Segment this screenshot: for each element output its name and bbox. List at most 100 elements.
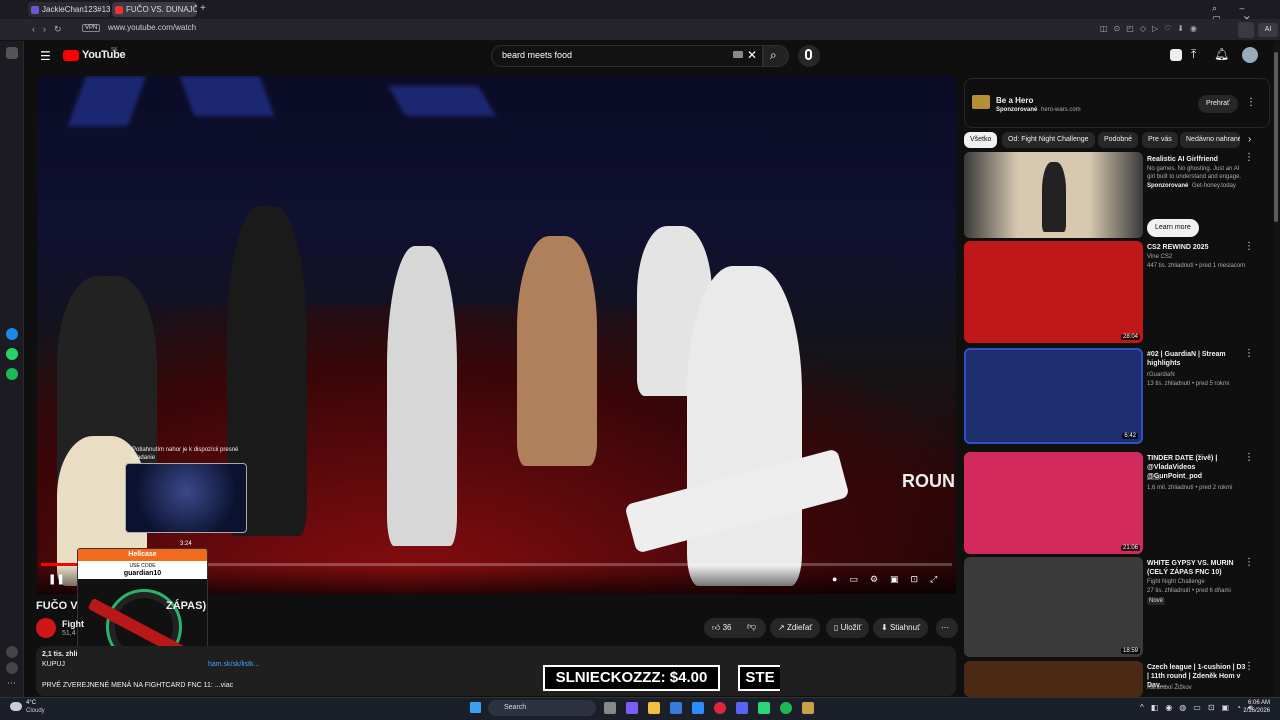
sponsored-card[interactable]: Realistic AI Girlfriend No games. No gho…: [964, 152, 1254, 238]
taskbar-search[interactable]: Search: [488, 700, 596, 716]
clock-time[interactable]: 6:06 AM: [1240, 700, 1270, 706]
clock-date[interactable]: 2/16/2026: [1240, 708, 1270, 714]
pause-icon[interactable]: ❚❚: [48, 574, 65, 585]
nav-buttons[interactable]: ‹›↻: [32, 24, 70, 35]
more-icon[interactable]: ⋯: [7, 678, 16, 689]
app-icon[interactable]: [758, 702, 770, 714]
upload-icon[interactable]: ⤒: [1191, 47, 1196, 62]
seek-hint-text: Potiahnutím nahor je k dispozícii presné…: [132, 447, 239, 461]
notifications-icon[interactable]: 🔔︎: [1214, 47, 1229, 61]
more-icon[interactable]: ⋮: [1244, 452, 1254, 463]
edge-icon[interactable]: [692, 702, 704, 714]
messenger-icon[interactable]: [6, 328, 18, 340]
video-thumbnail[interactable]: 6:42: [964, 348, 1143, 444]
chip-related[interactable]: Podobné: [1098, 132, 1139, 148]
avatar[interactable]: [1242, 47, 1258, 63]
scrollbar-thumb[interactable]: [1274, 52, 1278, 222]
video-thumbnail[interactable]: [964, 661, 1143, 697]
game-icon[interactable]: [802, 702, 814, 714]
more-icon[interactable]: ⋮: [1244, 241, 1254, 252]
browser-toolbar-icons[interactable]: ◫⊙◰◇▷♡⬇◉: [1100, 24, 1203, 33]
download-button[interactable]: ⬇ Stiahnuť: [873, 618, 929, 638]
search-input[interactable]: beard meets food: [491, 45, 763, 67]
video-item[interactable]: 18:59 WHITE GYPSY VS. MURIN (CELÝ ZÁPAS …: [964, 557, 1254, 659]
clear-search-icon[interactable]: ✕: [747, 48, 757, 62]
copilot-icon[interactable]: [626, 702, 638, 714]
extensions-icon[interactable]: [1238, 22, 1254, 38]
opera-taskbar-icon[interactable]: [714, 702, 726, 714]
more-icon[interactable]: ⋮: [1244, 152, 1254, 163]
star-icon[interactable]: [6, 47, 18, 59]
video-channel[interactable]: Fight Night Challenge: [1147, 578, 1205, 586]
task-view-icon[interactable]: [604, 702, 616, 714]
video-thumbnail[interactable]: 18:59: [964, 557, 1143, 657]
video-thumbnail[interactable]: 28:04: [964, 241, 1143, 343]
chip-all[interactable]: Všetko: [964, 132, 998, 148]
video-item[interactable]: 6:42 #02 | GuardiaN | Stream highlights …: [964, 348, 1254, 450]
store-icon[interactable]: [670, 702, 682, 714]
video-thumbnail[interactable]: 21:06: [964, 452, 1143, 554]
chip-recent[interactable]: Nedávno nahrané: [1180, 132, 1240, 148]
like-count: 36: [722, 623, 732, 632]
share-button[interactable]: ↗ Zdieľať: [770, 618, 821, 638]
video-channel[interactable]: Vine CS2: [1147, 253, 1172, 261]
save-button[interactable]: ▯ Uložiť: [826, 618, 870, 638]
youtube-logo-text[interactable]: YouTube: [82, 49, 126, 61]
vpn-badge[interactable]: VPN: [82, 24, 101, 32]
url-field[interactable]: www.youtube.com/watch: [108, 23, 196, 32]
chip-for-you[interactable]: Pre vás: [1142, 132, 1178, 148]
dislike-icon[interactable]: 👎︎: [747, 621, 756, 632]
seek-preview-thumbnail: [125, 463, 247, 533]
discord-icon[interactable]: [736, 702, 748, 714]
chips-next-icon[interactable]: ›: [1248, 134, 1251, 145]
chip-from-channel[interactable]: Od: Fight Night Challenge: [1002, 132, 1095, 148]
ai-button[interactable]: AI: [1258, 23, 1278, 37]
more-icon[interactable]: ⋮: [1244, 348, 1254, 359]
like-button[interactable]: 👍︎ 36: [704, 618, 766, 638]
channel-name[interactable]: Fight: [62, 619, 84, 629]
ad-menu-icon[interactable]: ⋮: [1246, 97, 1256, 108]
video-item[interactable]: Czech league | 1-cushion | D3 | 11th rou…: [964, 661, 1254, 697]
windows-start-icon[interactable]: [470, 702, 481, 713]
play-ad-button[interactable]: Prehrať: [1198, 95, 1238, 113]
video-meta: 27 tis. zhliadnutí • pred 6 dňami: [1147, 588, 1231, 594]
tab-2-active[interactable]: FUČO VS. DUNAJČAN: [112, 2, 197, 17]
video-item[interactable]: 21:06 TINDER DATE (živě) | @VladaVideos …: [964, 452, 1254, 554]
description-line-2[interactable]: PRVÉ ZVEREJNENÉ MENÁ NA FIGHTCARD FNC 11…: [42, 682, 233, 689]
history-icon[interactable]: [6, 662, 18, 674]
more-actions-button[interactable]: ⋯: [936, 618, 958, 638]
video-title[interactable]: #02 | GuardiaN | Stream highlights: [1147, 350, 1247, 368]
video-item[interactable]: 28:04 CS2 REWIND 2025 Vine CS2 447 tis. …: [964, 241, 1254, 343]
more-icon[interactable]: ⋮: [1244, 557, 1254, 568]
player-right-controls[interactable]: ●▭⚙▣⊡⤢: [832, 574, 949, 585]
file-explorer-icon[interactable]: [648, 702, 660, 714]
description-link[interactable]: ham.sk/sk/listk...: [208, 661, 259, 668]
heart-icon[interactable]: [6, 646, 18, 658]
video-meta: 447 tis. zhliadnutí • pred 1 mesiacom: [1147, 263, 1246, 269]
keyboard-icon[interactable]: [733, 51, 743, 58]
weather-desc[interactable]: Cloudy: [26, 708, 45, 714]
menu-icon[interactable]: ☰: [40, 49, 51, 63]
video-title[interactable]: WHITE GYPSY VS. MURIN (CELÝ ZÁPAS FNC 10…: [1147, 559, 1247, 577]
spotify-taskbar-icon[interactable]: [780, 702, 792, 714]
create-icon[interactable]: [1170, 49, 1182, 61]
new-tab-icon[interactable]: +: [200, 3, 206, 14]
weather-temp[interactable]: 4°C: [26, 700, 36, 706]
video-title[interactable]: TINDER DATE (živě) | @VladaVideos @GunPo…: [1147, 454, 1247, 481]
whatsapp-icon[interactable]: [6, 348, 18, 360]
video-channel[interactable]: Lišák: [1147, 475, 1161, 483]
taskbar: [0, 697, 1280, 720]
video-channel[interactable]: rGuardiaN: [1147, 371, 1175, 379]
spotify-icon[interactable]: [6, 368, 18, 380]
channel-avatar[interactable]: [36, 618, 56, 638]
more-icon[interactable]: ⋮: [1244, 661, 1254, 672]
video-channel[interactable]: Karambol Žižkov: [1147, 684, 1192, 692]
tab-1[interactable]: JackieChan123#1337 - St: [28, 2, 110, 17]
video-title[interactable]: CS2 REWIND 2025: [1147, 243, 1247, 252]
new-badge: Nové: [1147, 597, 1166, 605]
ad-thumbnail[interactable]: [964, 152, 1143, 238]
learn-more-button[interactable]: Learn more: [1147, 219, 1199, 237]
ad-card-title[interactable]: Realistic AI Girlfriend: [1147, 155, 1247, 164]
page-scrollbar[interactable]: [1274, 42, 1280, 697]
youtube-logo-icon[interactable]: [63, 50, 79, 61]
